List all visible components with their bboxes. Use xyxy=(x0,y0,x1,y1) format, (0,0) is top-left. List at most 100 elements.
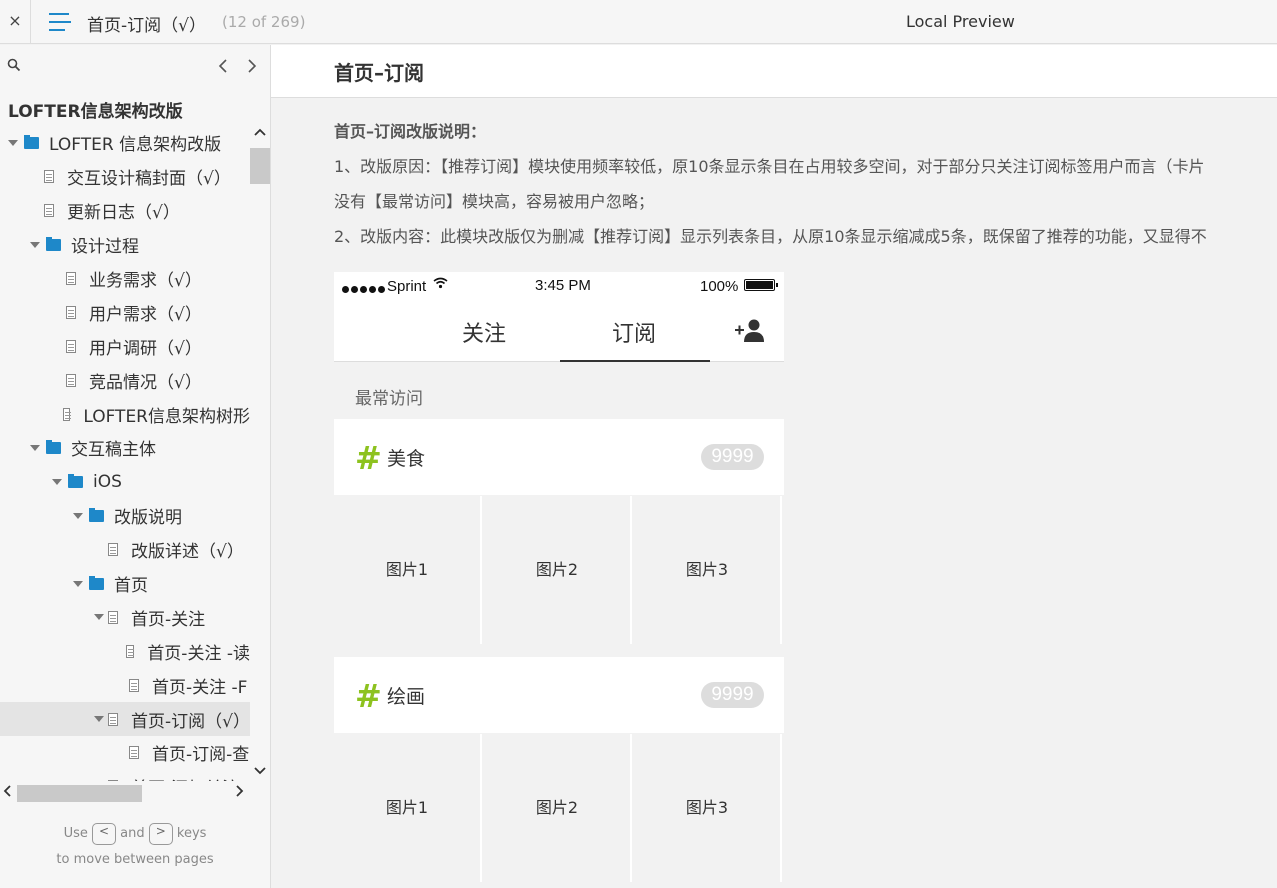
tag-row[interactable]: # 美食 9999 xyxy=(334,419,784,495)
tree-item[interactable]: 设计过程 xyxy=(0,228,250,262)
tree-item[interactable]: 用户需求（√） xyxy=(0,295,250,329)
tree-item-label: 更新日志（√） xyxy=(67,203,180,224)
image-placeholder[interactable]: 图片1 xyxy=(334,496,482,644)
tree-item[interactable]: LOFTER信息架构树形 xyxy=(0,397,250,431)
expand-arrow-icon[interactable] xyxy=(94,714,104,724)
tree-item[interactable]: LOFTER 信息架构改版 xyxy=(0,126,250,160)
tree-item[interactable]: 业务需求（√） xyxy=(0,262,250,296)
scroll-right-icon[interactable] xyxy=(235,783,245,799)
image-row: 图片1 图片2 图片3 xyxy=(334,496,784,644)
expand-arrow-icon[interactable] xyxy=(8,138,18,148)
expand-arrow-icon[interactable] xyxy=(94,612,104,622)
image-placeholder[interactable]: 图片2 xyxy=(484,496,632,644)
expand-arrow-icon[interactable] xyxy=(30,240,40,250)
tree-item-label: 首页 xyxy=(114,576,148,597)
prev-key-icon: < xyxy=(92,822,116,845)
expand-arrow-icon[interactable] xyxy=(30,443,40,453)
description-title: 首页–订阅改版说明： xyxy=(334,122,487,141)
close-button[interactable]: × xyxy=(0,0,31,44)
folder-icon xyxy=(46,439,61,454)
tree-item-label: 用户调研（√） xyxy=(89,338,202,359)
image-placeholder[interactable]: 图片3 xyxy=(634,496,782,644)
scroll-down-icon[interactable] xyxy=(254,766,266,776)
tree-item[interactable]: 交互稿主体 xyxy=(0,431,250,465)
document-icon xyxy=(66,373,76,387)
vertical-scrollbar[interactable] xyxy=(250,126,270,781)
image-placeholder[interactable]: 图片1 xyxy=(334,734,482,882)
tree-item[interactable]: iOS xyxy=(0,465,250,499)
wifi-icon xyxy=(433,277,448,289)
vertical-scroll-thumb[interactable] xyxy=(250,148,270,184)
scroll-up-icon[interactable] xyxy=(254,127,266,137)
help-line2: to move between pages xyxy=(56,852,214,867)
menu-icon[interactable] xyxy=(49,13,71,31)
document-icon xyxy=(126,644,135,658)
expand-arrow-icon[interactable] xyxy=(52,477,62,487)
add-user-icon[interactable] xyxy=(735,318,765,342)
tree-item[interactable]: 首页-关注 -读 xyxy=(0,634,250,668)
tree-item[interactable]: 首页-订阅-查 xyxy=(0,736,250,770)
battery-percent: 100% xyxy=(700,278,739,295)
tree-item[interactable]: 用户调研（√） xyxy=(0,329,250,363)
battery-icon xyxy=(744,279,778,291)
scroll-left-icon[interactable] xyxy=(2,783,12,799)
document-icon xyxy=(129,746,139,760)
tree-item[interactable]: 改版详述（√） xyxy=(0,533,250,567)
page-tree: LOFTER 信息架构改版交互设计稿封面（√） 更新日志（√） 设计过程业务需求（√… xyxy=(0,126,250,781)
sidebar: LOFTER信息架构改版 LOFTER 信息架构改版 交互设计稿封面（√） 更新日志… xyxy=(0,45,271,888)
expand-arrow-icon[interactable] xyxy=(73,511,83,521)
folder-icon xyxy=(24,134,39,149)
tree-item[interactable]: 首页-订阅（√） xyxy=(0,702,250,737)
page-title: 首页-订阅（√） xyxy=(87,16,206,36)
horizontal-scrollbar[interactable] xyxy=(0,782,250,804)
tree-item[interactable]: 更新日志（√） xyxy=(0,194,250,228)
tree-item-label: LOFTER 信息架构改版 xyxy=(49,135,222,156)
image-placeholder[interactable]: 图片3 xyxy=(634,734,782,882)
hashtag-icon: # xyxy=(355,677,382,715)
document-icon xyxy=(108,712,118,726)
tree-item-label: 交互设计稿封面（√） xyxy=(67,169,231,190)
tree-item[interactable]: 竞品情况（√） xyxy=(0,363,250,397)
tree-item-label: LOFTER信息架构树形 xyxy=(83,406,250,427)
tree-item-label: 改版详述（√） xyxy=(131,542,244,563)
main-header: 首页–订阅 xyxy=(271,45,1277,98)
folder-icon xyxy=(68,473,83,488)
prev-page-icon[interactable] xyxy=(216,57,230,75)
tree-item-label: 首页-关注 -读 xyxy=(147,643,250,664)
main-title: 首页–订阅 xyxy=(334,61,424,85)
tree-item-label: 首页-添加关注 xyxy=(131,774,239,781)
image-placeholder[interactable]: 图片2 xyxy=(484,734,632,882)
tree-item[interactable]: 首页-添加关注 xyxy=(0,770,250,781)
tree-item-label: 交互稿主体 xyxy=(71,440,156,461)
tree-item-label: 首页-订阅-查 xyxy=(152,745,250,766)
description-line: 没有【最常访问】模块高，容易被用户忽略； xyxy=(334,192,655,211)
next-page-icon[interactable] xyxy=(245,57,259,75)
tag-name: 美食 xyxy=(387,448,426,470)
document-icon xyxy=(62,407,72,421)
tab-subscribe[interactable]: 订阅 xyxy=(612,316,656,348)
tree-item[interactable]: 首页-关注 -F xyxy=(0,668,250,702)
tree-item[interactable]: 交互设计稿封面（√） xyxy=(0,160,250,194)
tree-item[interactable]: 首页-关注 xyxy=(0,600,250,634)
phone-mockup: Sprint 3:45 PM 100% 关注 订阅 最常访问 # 美食 9999… xyxy=(334,272,784,888)
tab-follow[interactable]: 关注 xyxy=(462,316,506,348)
tree-item-label: 改版说明 xyxy=(114,508,182,529)
status-bar: Sprint 3:45 PM 100% xyxy=(334,272,784,298)
horizontal-scroll-thumb[interactable] xyxy=(17,785,142,802)
tree-item-label: 竞品情况（√） xyxy=(89,372,202,393)
next-key-icon: > xyxy=(148,822,173,845)
document-icon xyxy=(44,170,54,184)
tree-item-label: 设计过程 xyxy=(71,237,139,258)
tag-row[interactable]: # 绘画 9999 xyxy=(334,657,784,733)
tree-item[interactable]: 改版说明 xyxy=(0,499,250,533)
expand-arrow-icon[interactable] xyxy=(73,579,83,589)
tree-item[interactable]: 首页 xyxy=(0,567,250,601)
search-icon[interactable] xyxy=(7,58,21,72)
description-line: 2、改版内容：此模块改版仅为删减【推荐订阅】显示列表条目，从原10条显示缩减成5… xyxy=(334,227,1207,246)
document-icon xyxy=(108,780,118,781)
time-label: 3:45 PM xyxy=(535,277,591,294)
